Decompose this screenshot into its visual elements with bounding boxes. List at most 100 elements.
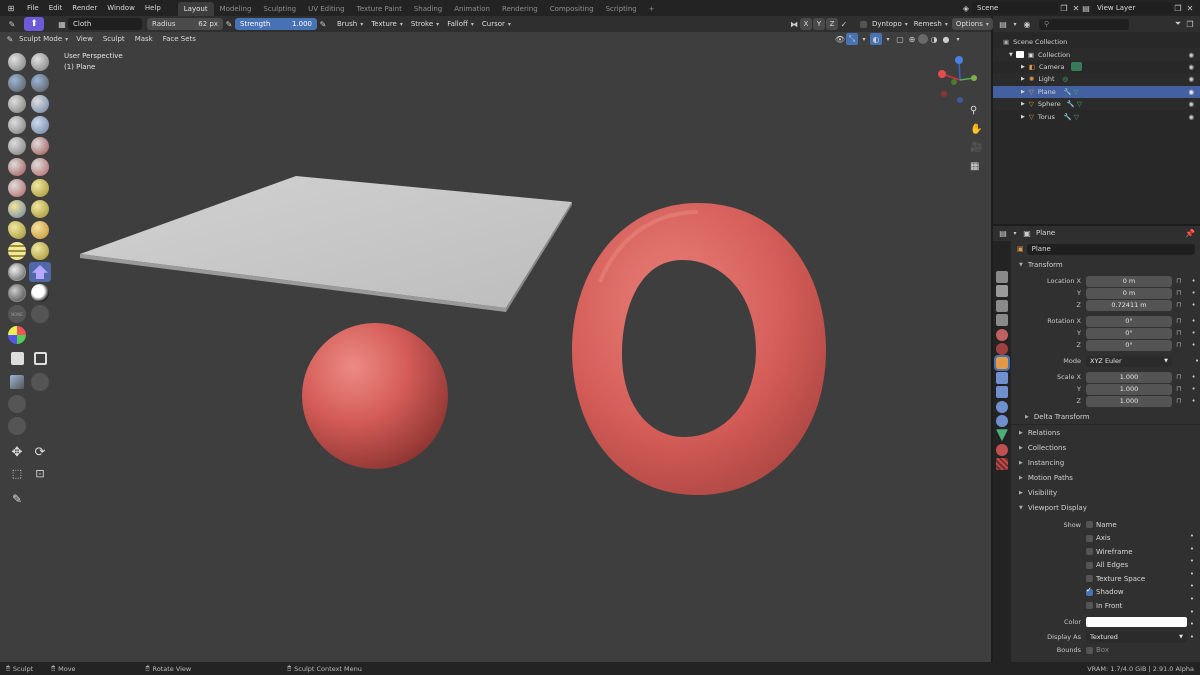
show-axis-checkbox[interactable] [1086,534,1093,542]
keyframe-dot-icon[interactable]: • [1190,582,1194,590]
tab-constraints-icon[interactable] [996,414,1008,427]
location-y-field[interactable]: 0 m [1086,287,1172,299]
copy-scene-icon[interactable]: ❐ [1058,2,1070,14]
show-shadow-checkbox[interactable] [1086,586,1093,596]
remesh-menu[interactable]: Remesh ▾ [910,18,952,30]
tab-layout[interactable]: Layout [177,1,214,16]
axis-y-toggle[interactable]: Y [813,18,825,30]
expand-arrow-icon[interactable]: ▶ [1021,101,1025,107]
strength-field[interactable]: Strength 1.000 [235,18,317,30]
tab-shading[interactable]: Shading [408,2,448,16]
rotation-y-field[interactable]: 0° [1086,327,1172,339]
visibility-section[interactable]: ▶ Visibility [1011,485,1200,500]
radius-pressure-icon[interactable]: ✎ [223,18,235,30]
scene-name-field[interactable]: Scene [972,2,1058,14]
keyframe-dot-icon[interactable]: • [1190,532,1194,540]
keyframe-dot-icon[interactable]: • [1190,557,1194,565]
keyframe-dot-icon[interactable]: • [1191,341,1195,349]
tab-compositing[interactable]: Compositing [544,2,600,16]
add-workspace-button[interactable]: + [643,2,661,16]
view-layer-selector[interactable]: ▤ View Layer ❐ ✕ [1080,1,1196,15]
lock-icon[interactable]: ⊓ [1176,373,1181,381]
expand-arrow-icon[interactable]: ▶ [1021,64,1025,70]
tree-row-light[interactable]: ▶ ✺ Light ◎ ◉ [993,73,1200,86]
editor-dropdown-icon[interactable]: ▾ [1009,227,1021,239]
lock-icon[interactable]: ⊓ [1176,301,1181,309]
bounds-checkbox[interactable] [1086,646,1093,654]
lock-icon[interactable]: ⊓ [1176,317,1181,325]
expand-arrow-icon[interactable]: ▶ [1021,89,1025,95]
visibility-eye-icon[interactable]: ◉ [1188,113,1194,121]
keyframe-dot-icon[interactable]: • [1190,620,1194,628]
lock-icon[interactable]: ⊓ [1176,289,1181,297]
dyntopo-checkbox[interactable] [860,20,867,28]
keyframe-dot-icon[interactable]: • [1195,357,1199,365]
tab-world-icon[interactable] [996,342,1008,355]
show-wireframe-checkbox[interactable] [1086,548,1093,556]
mesh-data-icon[interactable]: ▽ [1074,113,1079,121]
ortho-grid-icon[interactable]: ▦ [970,161,979,172]
view-layer-name-field[interactable]: View Layer [1092,2,1172,14]
scale-z-field[interactable]: 1.000 [1086,395,1172,407]
keyframe-dot-icon[interactable]: • [1191,301,1195,309]
zoom-view-icon[interactable]: ⚲ [970,105,977,116]
options-menu[interactable]: Options ▾ [951,18,993,30]
scale-x-field[interactable]: 1.000 [1086,371,1172,383]
keyframe-dot-icon[interactable]: • [1191,385,1195,393]
scale-y-field[interactable]: 1.000 [1086,383,1172,395]
location-x-field[interactable]: 0 m [1086,275,1172,287]
keyframe-dot-icon[interactable]: • [1190,608,1194,616]
keyframe-dot-icon[interactable]: • [1191,317,1195,325]
tab-sculpting[interactable]: Sculpting [257,2,302,16]
visibility-eye-icon[interactable]: ◉ [1188,51,1194,59]
tab-animation[interactable]: Animation [448,2,496,16]
copy-view-layer-icon[interactable]: ❐ [1172,2,1184,14]
modifier-wrench-icon[interactable]: 🔧 [1067,100,1075,108]
collections-section[interactable]: ▶ Collections [1011,440,1200,455]
display-as-select[interactable]: Textured ▼ [1086,631,1187,643]
outliner-search-input[interactable]: ⚲ [1039,18,1129,30]
outliner-editor-icon[interactable]: ▤ [997,18,1009,30]
3d-viewport[interactable]: ✎ Sculpt Mode ▾ View Sculpt Mask Face Set… [0,32,991,662]
viewport-display-section-header[interactable]: ▼ Viewport Display [1011,500,1200,515]
camera-view-icon[interactable]: 🎥 [970,142,982,153]
tab-physics-icon[interactable] [996,400,1008,413]
radius-field[interactable]: Radius 62 px [147,18,223,30]
tab-material-icon[interactable] [996,443,1008,456]
menu-render[interactable]: Render [67,0,102,16]
keyframe-dot-icon[interactable]: • [1191,289,1195,297]
instancing-section[interactable]: ▶ Instancing [1011,455,1200,470]
visibility-eye-icon[interactable]: ◉ [1188,63,1194,71]
scene-selector[interactable]: ◈ Scene ❐ ✕ [960,1,1082,15]
menu-window[interactable]: Window [102,0,140,16]
tab-object-icon[interactable] [994,355,1010,372]
tree-row-torus[interactable]: ▶ ▽ Torus 🔧 ▽ ◉ [993,110,1200,122]
delta-transform-section[interactable]: ▶ Delta Transform [1011,410,1200,424]
texture-menu[interactable]: Texture ▾ [367,18,407,30]
lock-icon[interactable]: ⊓ [1176,341,1181,349]
tool-settings-editor-icon[interactable]: ✎ [0,18,24,30]
tree-row-collection[interactable]: ▼ ▣ Collection ◉ [993,48,1200,61]
rotation-z-field[interactable]: 0° [1086,339,1172,351]
brush-name-field[interactable]: Cloth [68,18,142,30]
visibility-eye-icon[interactable]: ◉ [1188,100,1194,108]
brush-menu[interactable]: Brush ▾ [333,18,367,30]
visibility-eye-icon[interactable]: ◉ [1188,75,1194,83]
menu-file[interactable]: File [22,0,44,16]
tree-row-scene-collection[interactable]: ▣ Scene Collection [993,36,1200,48]
color-swatch[interactable] [1086,617,1187,627]
show-name-checkbox[interactable] [1086,521,1093,529]
tab-render-icon[interactable] [996,285,1008,298]
editor-type-icon[interactable]: ⊞ [0,2,22,14]
navigation-gizmo[interactable] [930,52,986,118]
keyframe-dot-icon[interactable]: • [1190,595,1194,603]
transform-section-header[interactable]: ▼ Transform [1011,258,1200,272]
axis-x-toggle[interactable]: X [800,18,812,30]
active-brush-icon[interactable]: ⬆ [24,17,44,31]
dyntopo-menu[interactable]: Dyntopo ▾ [870,18,910,30]
axis-z-toggle[interactable]: Z [826,18,838,30]
tab-scripting[interactable]: Scripting [600,2,643,16]
filter-icon[interactable]: ⏷ [1172,18,1184,30]
keyframe-dot-icon[interactable]: • [1190,633,1194,641]
keyframe-dot-icon[interactable]: • [1191,277,1195,285]
